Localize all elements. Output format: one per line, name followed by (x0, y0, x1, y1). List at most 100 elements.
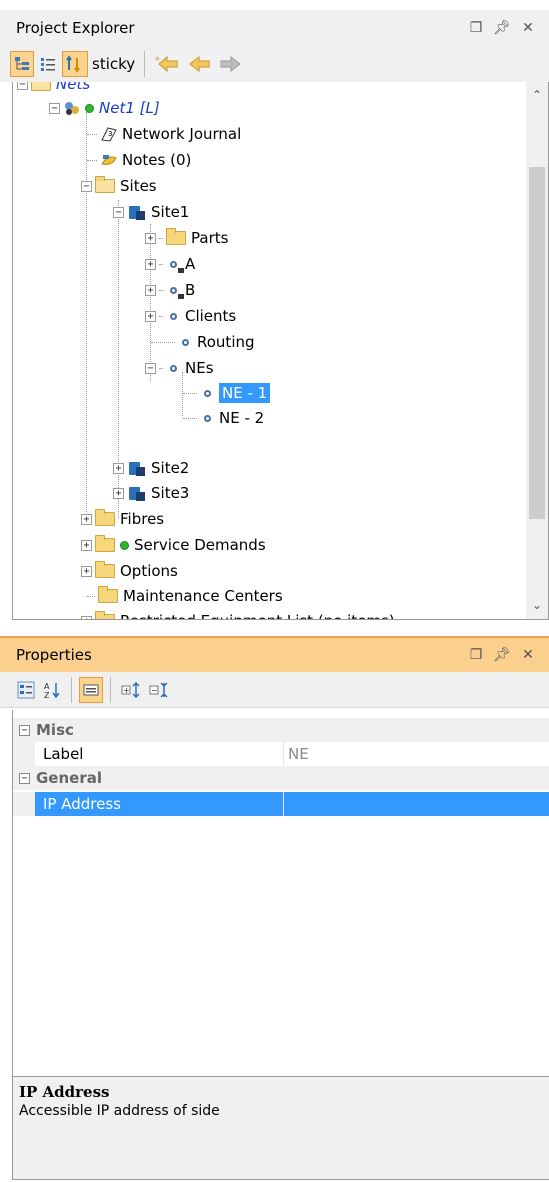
tree-node-ne1[interactable]: NE - 1 (183, 381, 271, 405)
tree-node-label: Parts (191, 229, 229, 247)
svg-text:+: + (123, 686, 130, 695)
tree-view-icon (15, 57, 29, 70)
category-general[interactable]: − General (13, 766, 549, 790)
tree-node-ne2[interactable]: NE - 2 (183, 406, 264, 430)
tree-node-a[interactable]: + A (145, 252, 195, 276)
close-icon[interactable]: ✕ (515, 644, 541, 666)
tree-node-parts[interactable]: + Parts (145, 226, 228, 250)
collapse-icon[interactable]: − (145, 362, 156, 374)
collapse-icon[interactable]: − (49, 102, 60, 114)
expand-icon[interactable]: + (145, 310, 156, 322)
tree-node-nes[interactable]: − NEs (145, 356, 214, 380)
property-description: IP Address Accessible IP address of side (12, 1076, 549, 1180)
tree-node-label: NEs (185, 359, 214, 377)
tree-node-network-journal[interactable]: 3 Network Journal (87, 122, 241, 146)
tree-node-label: Fibres (120, 510, 165, 528)
expand-icon[interactable]: + (145, 232, 156, 244)
description-title: IP Address (19, 1083, 110, 1101)
tree-node-clients[interactable]: + Clients (145, 304, 236, 328)
scroll-thumb[interactable] (529, 167, 545, 519)
toolbar-divider (144, 51, 146, 77)
tree-node-net1[interactable]: − Net1 [L] (49, 96, 160, 120)
collapse-icon[interactable]: − (19, 772, 30, 784)
project-explorer-title: Project Explorer (16, 19, 135, 37)
folder-open-icon (31, 82, 51, 91)
collapse-icon[interactable]: − (19, 724, 30, 736)
tree-node-fibres[interactable]: + Fibres (81, 507, 164, 531)
tree-node-label: Network Journal (122, 125, 242, 143)
scroll-up-icon[interactable]: ⌃ (526, 88, 548, 102)
pin-icon[interactable]: 📌︎ (489, 644, 515, 666)
tree-node-service-demands[interactable]: + Service Demands (81, 533, 266, 557)
tree-node-b[interactable]: + B (145, 278, 195, 302)
sticky-icon (66, 55, 80, 73)
scroll-down-icon[interactable]: ⌄ (526, 598, 548, 612)
property-grid[interactable]: − Misc Label NE − General IP Address (12, 710, 549, 1076)
tree-node-label: Service Demands (134, 536, 266, 554)
project-tree[interactable]: − Nets − Net1 [L] 3 Network Journal Note… (12, 82, 549, 620)
property-row-label[interactable]: Label NE (13, 742, 549, 766)
categorized-icon (17, 681, 35, 698)
property-value[interactable]: NE (284, 742, 549, 766)
collapse-icon[interactable]: − (81, 180, 92, 192)
properties-toolbar: AZ + − (0, 672, 549, 708)
tree-node-site2[interactable]: + Site2 (113, 456, 189, 480)
tree-node-label: Notes (0) (122, 151, 192, 169)
tree-node-nets[interactable]: − Nets (17, 82, 90, 96)
tree-node-label: Net1 [L] (99, 99, 160, 117)
tree-node-sites[interactable]: − Sites (81, 174, 157, 198)
collapse-all-button[interactable]: − (146, 677, 172, 703)
arrow-left-icon (189, 55, 210, 73)
forward-button[interactable] (216, 51, 246, 77)
tree-node-routing[interactable]: Routing (151, 330, 255, 354)
restore-icon[interactable]: ❐ (463, 17, 489, 39)
expand-icon[interactable]: + (145, 284, 156, 296)
tree-node-label: B (185, 281, 196, 299)
tree-view-button[interactable] (10, 51, 34, 77)
folder-icon (95, 535, 115, 552)
collapse-icon[interactable]: − (17, 82, 28, 90)
expand-icon[interactable]: + (81, 615, 92, 619)
expand-icon[interactable]: + (113, 462, 124, 474)
expand-icon[interactable]: + (81, 565, 92, 577)
tree-scrollbar[interactable]: ⌃ ⌄ (526, 82, 548, 619)
pin-icon[interactable]: 📌︎ (489, 17, 515, 39)
categorized-button[interactable] (14, 677, 38, 703)
tree-connector (86, 112, 87, 512)
property-row-ip-address[interactable]: IP Address (13, 792, 549, 816)
expand-icon[interactable]: + (81, 539, 92, 551)
property-name: Label (13, 742, 284, 766)
expand-icon[interactable]: + (113, 487, 124, 499)
collapse-icon[interactable]: − (113, 206, 124, 218)
node-icon (204, 389, 211, 397)
tree-node-label: Nets (56, 82, 91, 93)
sticky-toggle-button[interactable] (62, 51, 88, 77)
tree-node-restricted-equipment[interactable]: + Restricted Equipment List (no items) (81, 609, 395, 619)
tree-node-notes[interactable]: Notes (0) (87, 148, 191, 172)
tree-node-label: Options (120, 562, 178, 580)
folder-icon (95, 611, 115, 619)
tree-node-maintenance-centers[interactable]: Maintenance Centers (87, 584, 283, 608)
category-misc[interactable]: − Misc (13, 718, 549, 742)
back-button[interactable] (184, 51, 214, 77)
expand-icon[interactable]: + (145, 258, 156, 270)
expand-icon[interactable]: + (81, 513, 92, 525)
alphabetical-button[interactable]: AZ (40, 677, 64, 703)
tree-node-site3[interactable]: + Site3 (113, 481, 189, 505)
tree-node-site1[interactable]: − Site1 (113, 200, 189, 224)
node-icon (204, 414, 211, 422)
tree-node-options[interactable]: + Options (81, 559, 178, 583)
restore-icon[interactable]: ❐ (463, 644, 489, 666)
network-icon (63, 100, 81, 116)
back-start-button[interactable]: * (152, 51, 182, 77)
list-view-button[interactable] (36, 51, 60, 77)
category-label: General (36, 769, 102, 787)
expand-all-button[interactable]: + (118, 677, 144, 703)
folder-icon (95, 509, 115, 526)
arrow-right-icon (220, 55, 241, 73)
svg-text:Z: Z (44, 691, 50, 699)
property-pages-button[interactable] (79, 676, 103, 703)
tree-node-label: Routing (197, 333, 255, 351)
close-icon[interactable]: ✕ (515, 17, 541, 39)
property-value[interactable] (284, 792, 549, 816)
